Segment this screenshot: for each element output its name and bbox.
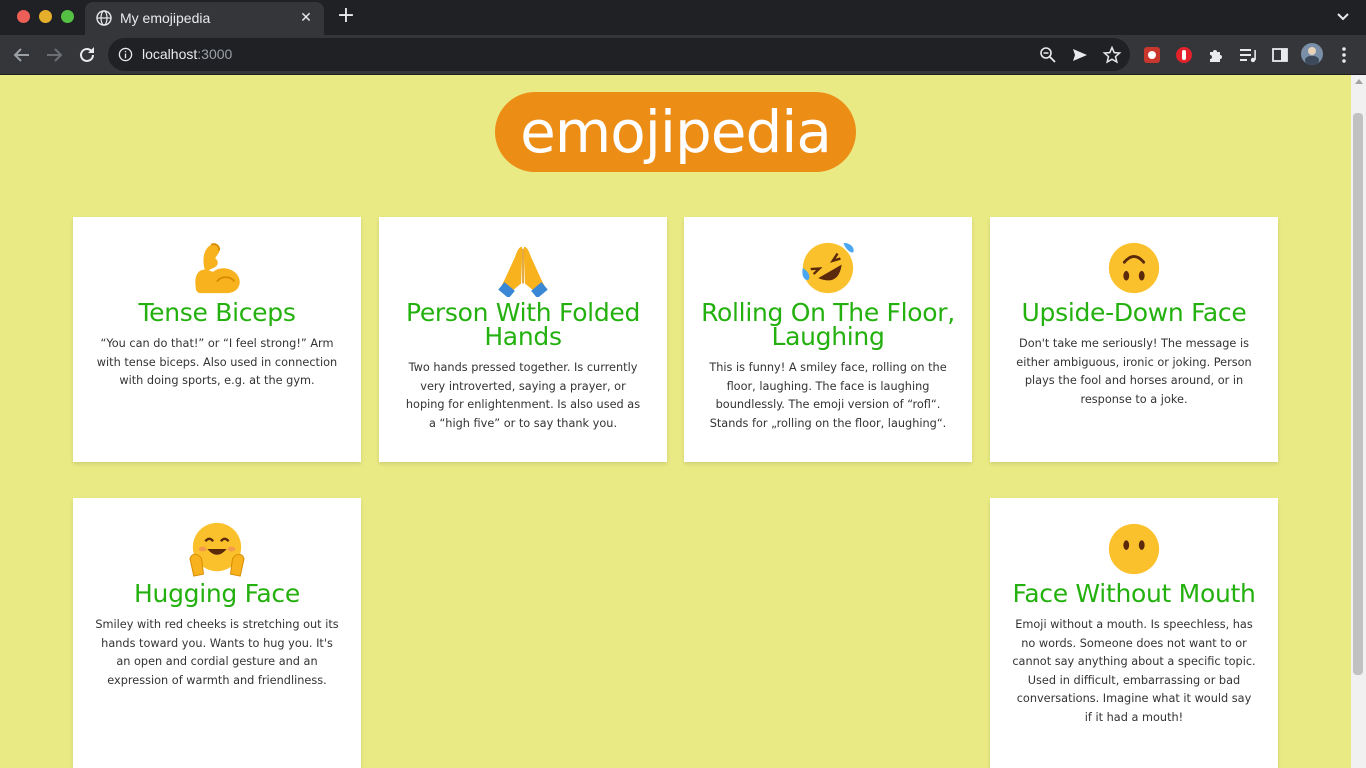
page-viewport: emojipedia Tense Biceps “You can do that… [0,75,1351,768]
face-without-mouth-icon [1108,523,1160,575]
tab-title: My emojipedia [120,10,211,26]
card-title: Rolling On The Floor, Laughing [701,298,955,351]
zoom-icon[interactable] [1038,45,1058,65]
close-tab-icon[interactable]: ✕ [296,8,316,28]
browser-tab[interactable]: My emojipedia ✕ [85,2,324,35]
address-bar[interactable]: localhost:3000 [108,38,1130,71]
globe-icon [96,10,112,26]
flexed-biceps-icon [195,243,240,294]
bookmark-star-icon[interactable] [1102,45,1122,65]
puzzle-icon[interactable] [1205,44,1227,66]
card-title: Person With Folded Hands [405,298,641,351]
emoji-card-folded-hands: Person With Folded Hands Two hands press… [379,217,667,462]
side-panel-icon[interactable] [1269,44,1291,66]
back-arrow-icon[interactable] [10,43,34,67]
profile-avatar[interactable] [1301,43,1323,65]
reload-icon[interactable] [75,43,99,67]
more-menu-icon[interactable] [1333,44,1355,66]
profile-avatar-icon [1305,47,1319,65]
chevron-down-icon[interactable] [1334,8,1352,26]
scroll-up-arrow-icon[interactable] [1355,79,1363,84]
page-title: emojipedia [495,92,856,172]
browser-tab-bar: My emojipedia ✕ + [0,0,1366,35]
new-tab-button[interactable]: + [334,5,358,29]
card-description: “You can do that!” or “I feel strong!” A… [96,337,338,387]
upside-down-face-icon [1108,242,1160,294]
window-close-button[interactable] [17,10,30,23]
url-host: localhost [142,46,198,62]
card-description: Two hands pressed together. Is currently… [405,361,641,430]
url-text[interactable]: localhost:3000 [142,46,232,62]
card-description: Emoji without a mouth. Is speechless, ha… [1012,618,1256,724]
emoji-card-tense-biceps: Tense Biceps “You can do that!” or “I fe… [73,217,361,462]
card-title: Upside-Down Face [1021,298,1247,327]
window-minimize-button[interactable] [39,10,52,23]
card-description: This is funny! A smiley face, rolling on… [709,361,947,430]
card-title: Tense Biceps [138,298,296,327]
site-info-icon[interactable] [118,47,133,62]
card-title: Hugging Face [134,579,300,608]
emoji-card-face-without-mouth: Face Without Mouth Emoji without a mouth… [990,498,1278,768]
send-icon[interactable] [1070,45,1090,65]
emoji-card-rolling-on-the-floor-laughing: Rolling On The Floor, Laughing This is f… [684,217,972,462]
adblock-hand-icon[interactable] [1173,44,1195,66]
card-title: Face Without Mouth [1012,579,1256,608]
emoji-card-hugging-face: Hugging Face Smiley with red cheeks is s… [73,498,361,768]
folded-hands-icon [498,246,548,297]
rolling-laughing-icon [802,242,854,294]
emoji-card-upside-down-face: Upside-Down Face Don't take me seriously… [990,217,1278,462]
card-description: Smiley with red cheeks is stretching out… [95,618,339,687]
card-description: Don't take me seriously! The message is … [1016,337,1252,406]
hugging-face-icon [189,522,245,577]
url-port: :3000 [197,46,233,62]
extension-red-icon[interactable] [1141,44,1163,66]
page-scrollbar[interactable] [1351,75,1366,768]
forward-arrow-icon[interactable] [42,43,66,67]
browser-toolbar: localhost:3000 [0,35,1366,75]
window-maximize-button[interactable] [61,10,74,23]
media-queue-icon[interactable] [1237,44,1259,66]
scrollbar-thumb[interactable] [1353,113,1363,675]
